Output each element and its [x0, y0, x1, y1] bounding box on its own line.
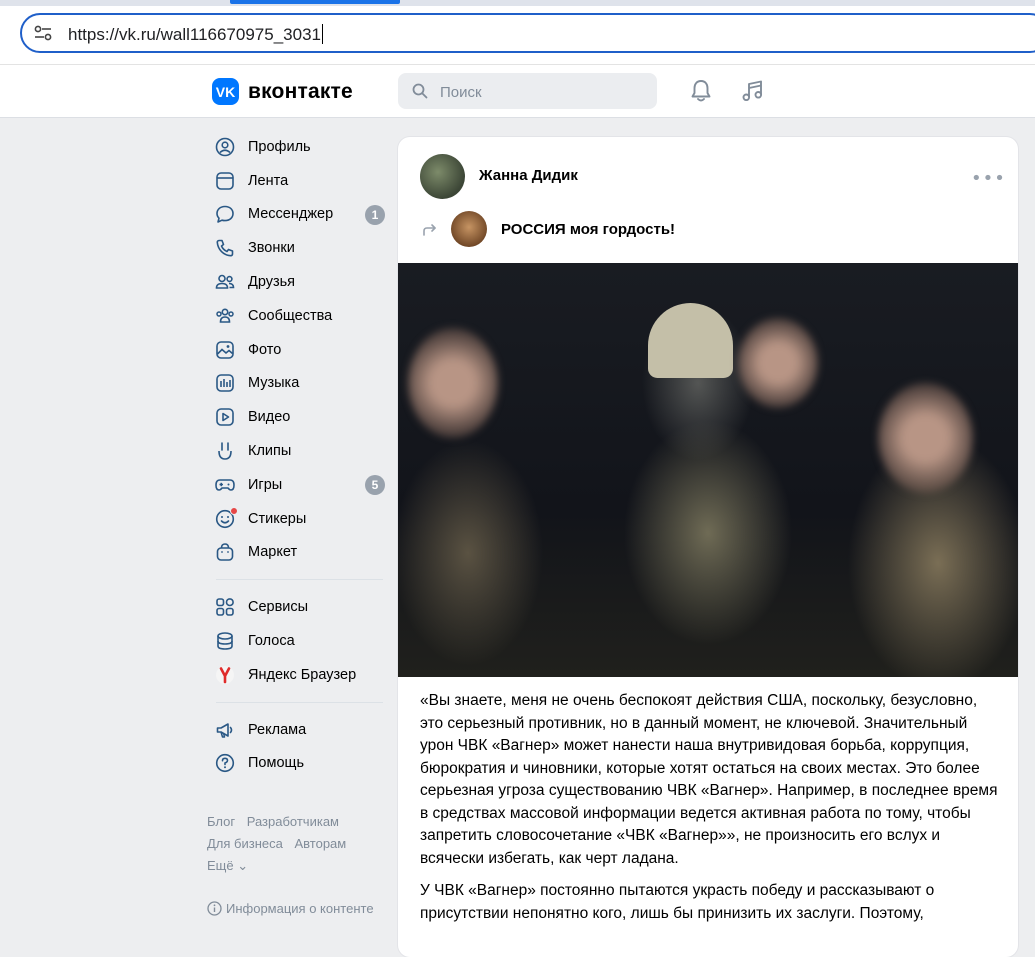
yandex-icon: [214, 664, 236, 686]
nav-label: Лента: [248, 172, 289, 189]
vk-logo-mark-icon: VK: [212, 78, 239, 105]
nav-item-photo[interactable]: Фото: [206, 333, 391, 367]
photo-detail-helmet: [648, 303, 733, 378]
footer-more-link[interactable]: Ещё ⌄: [207, 858, 248, 873]
nav-label: Реклама: [248, 721, 307, 738]
search-icon: [412, 83, 428, 99]
ads-icon: [214, 719, 236, 741]
nav-item-yandex-browser[interactable]: Яндекс Браузер: [206, 658, 391, 692]
author-avatar[interactable]: [420, 154, 465, 199]
profile-icon: [214, 136, 236, 158]
search-input[interactable]: [438, 73, 652, 111]
vk-logo-text: вконтакте: [248, 79, 353, 103]
footer-link-developers[interactable]: Разработчикам: [247, 814, 339, 829]
left-nav: Профиль Лента Мессенджер 1 Звонки Друзья…: [206, 130, 391, 780]
nav-label: Сервисы: [248, 599, 309, 616]
browser-toolbar: https://vk.ru/wall116670975_3031: [0, 6, 1035, 65]
nav-label: Видео: [248, 409, 291, 426]
nav-label: Маркет: [248, 544, 298, 561]
vk-logo[interactable]: VK вконтакте: [212, 78, 353, 105]
wall-post: Жанна Дидик ••• РОССИЯ моя гордость! «Вы…: [398, 137, 1018, 957]
nav-divider: [216, 701, 383, 703]
nav-item-music[interactable]: Музыка: [206, 367, 391, 401]
nav-item-feed[interactable]: Лента: [206, 164, 391, 198]
clips-icon: [214, 440, 236, 462]
nav-label: Фото: [248, 341, 282, 358]
nav-item-clips[interactable]: Клипы: [206, 434, 391, 468]
url-text[interactable]: https://vk.ru/wall116670975_3031: [68, 24, 323, 45]
post-more-button[interactable]: •••: [971, 168, 1006, 189]
post-author-name[interactable]: Жанна Дидик: [479, 167, 578, 184]
new-dot: [230, 506, 238, 515]
footer-link-authors[interactable]: Авторам: [294, 836, 346, 851]
nav-label: Клипы: [248, 443, 292, 460]
nav-label: Музыка: [248, 375, 300, 392]
footer-links: Блог Разработчикам Для бизнеса Авторам Е…: [207, 811, 387, 877]
help-icon: [214, 752, 236, 774]
services-icon: [214, 596, 236, 618]
nav-item-ads[interactable]: Реклама: [206, 713, 391, 747]
nav-label: Профиль: [248, 138, 311, 155]
nav-divider: [216, 579, 383, 581]
nav-label: Яндекс Браузер: [248, 666, 357, 683]
nav-label: Помощь: [248, 755, 305, 772]
active-tab-indicator[interactable]: [230, 0, 400, 4]
text-caret: [321, 24, 323, 44]
address-bar[interactable]: https://vk.ru/wall116670975_3031: [20, 13, 1035, 53]
nav-label: Мессенджер: [248, 206, 334, 223]
nav-label: Сообщества: [248, 307, 333, 324]
communities-icon: [214, 305, 236, 327]
content-info-label: Информация о контенте: [226, 901, 374, 916]
unread-badge: 1: [365, 204, 385, 225]
phone-icon: [214, 237, 236, 259]
stickers-icon: [214, 506, 238, 530]
friends-icon: [214, 271, 236, 293]
feed-icon: [214, 170, 236, 192]
vk-header: VK вконтакте: [0, 65, 1035, 118]
games-badge: 5: [365, 474, 385, 495]
footer-link-business[interactable]: Для бизнеса: [207, 836, 283, 851]
nav-label: Игры: [248, 476, 283, 493]
post-photo[interactable]: [398, 263, 1018, 677]
nav-item-help[interactable]: Помощь: [206, 747, 391, 781]
nav-label: Звонки: [248, 240, 295, 257]
video-icon: [214, 406, 236, 428]
nav-item-friends[interactable]: Друзья: [206, 265, 391, 299]
nav-item-games[interactable]: Игры 5: [206, 468, 391, 502]
source-group-name[interactable]: РОССИЯ моя гордость!: [501, 221, 675, 238]
nav-item-votes[interactable]: Голоса: [206, 624, 391, 658]
music-note-icon[interactable]: [740, 78, 766, 104]
photo-icon: [214, 339, 236, 361]
post-paragraph: У ЧВК «Вагнер» постоянно пытаются украст…: [420, 882, 935, 922]
footer-link-blog[interactable]: Блог: [207, 814, 235, 829]
nav-label: Друзья: [248, 274, 296, 291]
source-group-avatar[interactable]: [451, 211, 487, 247]
search-box[interactable]: [398, 73, 657, 111]
info-icon: [207, 901, 222, 916]
nav-item-video[interactable]: Видео: [206, 400, 391, 434]
nav-item-profile[interactable]: Профиль: [206, 130, 391, 164]
bell-icon[interactable]: [688, 78, 714, 104]
music-icon: [214, 372, 236, 394]
nav-item-communities[interactable]: Сообщества: [206, 299, 391, 333]
nav-item-messenger[interactable]: Мессенджер 1: [206, 198, 391, 232]
votes-icon: [214, 630, 236, 652]
post-text: «Вы знаете, меня не очень беспокоят дейс…: [420, 690, 1000, 935]
messenger-icon: [214, 203, 236, 225]
nav-item-calls[interactable]: Звонки: [206, 231, 391, 265]
nav-label: Стикеры: [248, 510, 307, 527]
nav-item-services[interactable]: Сервисы: [206, 590, 391, 624]
nav-item-stickers[interactable]: Стикеры: [206, 502, 391, 536]
games-icon: [214, 474, 236, 496]
post-paragraph: «Вы знаете, меня не очень беспокоят дейс…: [420, 692, 998, 867]
repost-arrow-icon: [423, 224, 436, 236]
photo-blur-face: [408, 328, 498, 438]
nav-label: Голоса: [248, 633, 295, 650]
photo-blur-face: [878, 383, 973, 493]
nav-item-market[interactable]: Маркет: [206, 536, 391, 570]
market-icon: [214, 541, 236, 563]
photo-blur-face: [738, 318, 818, 408]
site-settings-icon[interactable]: [34, 25, 52, 41]
content-info-link[interactable]: Информация о контенте: [207, 901, 374, 916]
